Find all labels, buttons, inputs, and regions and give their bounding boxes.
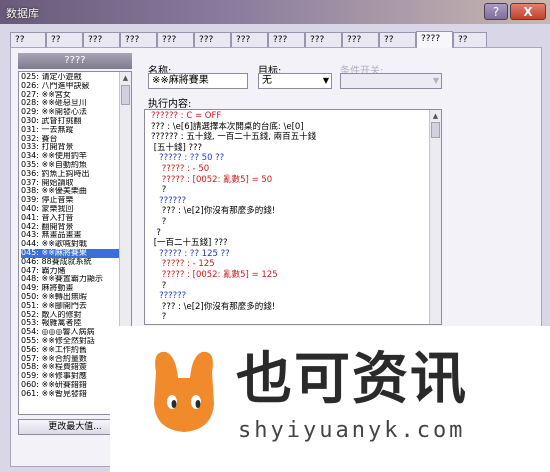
list-item[interactable]: 044: ※※歌喊對戰 [21,240,119,249]
list-item[interactable]: 025: 请定小遊戲 [21,73,119,82]
command-line[interactable]: ? [151,218,167,227]
list-item[interactable]: 052: 敵人的修對 [21,311,119,320]
command-line[interactable]: ?????? : 五十錢, 一百二十五錢, 兩百五十錢 [151,133,316,142]
tab-11[interactable]: ???? [416,31,453,48]
tab-7[interactable]: ??? [268,32,305,47]
list-item[interactable]: 028: ※※砸惡旦川 [21,99,119,108]
command-line[interactable]: ????? : [0052: 亂數5] = 125 [151,271,278,280]
list-item[interactable]: 029: ※※開發心法 [21,108,119,117]
list-item[interactable]: 050: ※※轉出無暇 [21,293,119,302]
tab-0[interactable]: ?? [10,32,46,47]
command-line[interactable]: ?????? [151,292,186,301]
chevron-down-icon: ▼ [432,76,439,85]
command-line[interactable]: ??? : \e[2]你沒有那麼多的錢! [151,302,275,312]
list-item[interactable]: 060: ※※研賽錯錯 [21,381,119,390]
window-title: 数据库 [6,7,39,20]
command-line[interactable]: ????? : [0052: 亂數5] = 50 [151,175,272,185]
target-value: 无 [262,75,272,86]
list-item[interactable]: 037: 開始讀取 [21,179,119,188]
switch-select[interactable]: ▼ [340,73,442,89]
target-select[interactable]: 无 ▼ [258,73,332,89]
list-item[interactable]: 049: 麻將動畫 [21,284,119,293]
list-item[interactable]: 032: 賽台 [21,135,119,144]
list-item[interactable]: 042: 翻開背景 [21,223,119,232]
list-item[interactable]: 036: 釣魚上鈎時出 [21,170,119,179]
list-item[interactable]: 046: 88賽成就系統 [21,258,119,267]
list-item[interactable]: 058: ※※程費錯簽 [21,363,119,372]
command-line[interactable]: ? [151,281,167,291]
tab-5[interactable]: ??? [194,32,231,47]
list-item[interactable]: 055: ※※修全然對話 [21,337,119,346]
event-commands-list[interactable]: ?????? : C = OFF??? : \e[6]請選擇本次開桌的台底: \… [144,109,442,325]
list-item[interactable]: 059: ※※修事對應 [21,372,119,381]
command-line[interactable]: ??? : \e[6]請選擇本次開桌的台底: \e[0] [151,122,304,132]
list-item[interactable]: 034: ※※使用釣竿 [21,152,119,161]
tab-9[interactable]: ??? [342,32,379,47]
command-line[interactable]: ????? : ?? 125 ?? [151,249,230,259]
close-button[interactable]: X [510,3,546,20]
scroll-thumb[interactable] [431,122,440,138]
tab-8[interactable]: ??? [305,32,342,47]
contents-label: 执行内容: [148,99,192,110]
watermark-title: 也可资讯 [236,347,468,412]
list-item[interactable]: 056: ※※工作約舊 [21,346,119,355]
command-line[interactable]: ? [151,228,161,238]
commands-scrollbar[interactable]: ▲ [429,110,441,324]
tab-6[interactable]: ??? [231,32,268,47]
name-input[interactable]: ※※麻將賽果 [148,73,248,89]
chevron-down-icon: ▼ [322,76,329,85]
list-item[interactable]: 038: ※※優美樂曲 [21,187,119,196]
tab-12[interactable]: ?? [453,32,487,47]
list-item[interactable]: 043: 無畫品畫畫 [21,231,119,240]
command-line[interactable]: ?????? [151,196,186,206]
watermark-url: shyiyuanyk.com [238,418,466,443]
list-item[interactable]: 033: 打開背景 [21,143,119,152]
tab-4[interactable]: ??? [157,32,194,47]
scroll-up-icon[interactable]: ▲ [431,111,440,121]
list-item[interactable]: 035: ※※自動約魚 [21,161,119,170]
list-item[interactable]: 041: 音入打音 [21,214,119,223]
command-line[interactable]: ? [151,186,167,195]
tab-3[interactable]: ??? [120,32,157,47]
list-item[interactable]: 031: 一去無蹤 [21,126,119,135]
list-item[interactable]: 030: 武督打挑翻 [21,117,119,126]
command-line[interactable]: ? [151,313,167,322]
command-line[interactable]: [五十錢] ??? [151,143,202,153]
list-item[interactable]: 057: ※※合約量數 [21,355,119,364]
tab-1[interactable]: ?? [46,32,83,47]
list-item[interactable]: 053: 報雜禽者陸 [21,319,119,328]
list-item[interactable]: 039: 停止音樂 [21,196,119,205]
list-item[interactable]: 051: ※※腳開門去 [21,302,119,311]
list-item[interactable]: 054: ◎◎◎響人病病 [21,328,119,337]
command-line[interactable]: ????? : - 125 [151,260,215,269]
rabbit-logo-icon [154,351,214,432]
scroll-thumb[interactable] [121,85,130,105]
command-line[interactable]: ??? : \e[2]你沒有那麼多的錢! [151,207,275,216]
list-item[interactable]: 040: 蒙樂我回 [21,205,119,214]
title-bar[interactable]: 数据库 ? X [0,0,550,24]
list-item[interactable]: 045: ※※麻將賽果 [21,248,119,258]
tab-10[interactable]: ?? [379,32,416,47]
list-item[interactable]: 027: ※※宮女 [21,91,119,100]
list-item[interactable]: 048: ※※賽置霸力顯示 [21,275,119,284]
command-line[interactable]: ?????? : C = OFF [151,112,221,121]
list-item[interactable]: 026: 八門進甲訣竅 [21,82,119,91]
database-window: 数据库 ? X ????????????????????????????????… [0,0,550,472]
list-header: ???? [18,53,132,69]
command-line[interactable]: [一百二十五錢] ??? [151,239,228,248]
command-line[interactable]: ????? : ?? 50 ?? [151,154,224,163]
command-line[interactable]: ????? : - 50 [151,165,209,174]
list-item[interactable]: 047: 霸力賭 [21,267,119,276]
help-button[interactable]: ? [484,3,508,20]
list-item[interactable]: 061: ※※暫見發錯 [21,390,119,399]
scroll-up-icon[interactable]: ▲ [121,73,130,83]
tab-2[interactable]: ??? [83,32,120,47]
